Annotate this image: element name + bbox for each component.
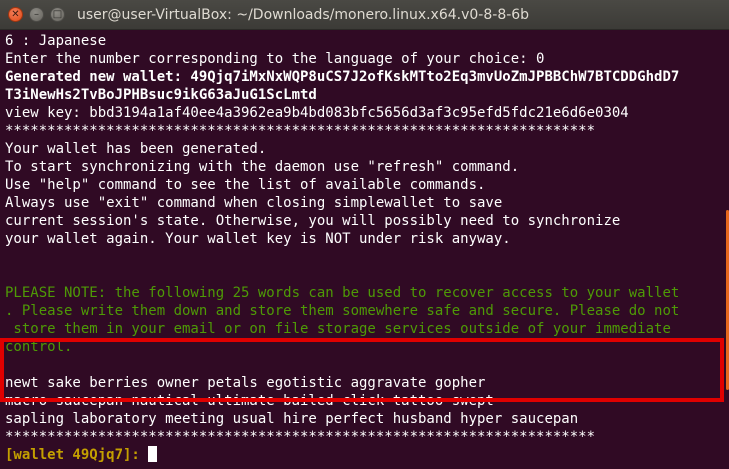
terminal-window: ✕ – □ user@user-VirtualBox: ~/Downloads/… [0, 0, 729, 469]
note-line: control. [5, 339, 73, 355]
minimize-button[interactable]: – [29, 7, 44, 22]
prompt-line[interactable]: [wallet 49Qjq7]: [5, 446, 729, 464]
seed-words-line: newt sake berries owner petals egotistic… [5, 375, 486, 391]
terminal-line: Use "help" command to see the list of av… [5, 177, 486, 193]
title-bar[interactable]: ✕ – □ user@user-VirtualBox: ~/Downloads/… [0, 0, 729, 30]
note-line: store them in your email or on file stor… [5, 321, 671, 337]
separator-line: ****************************************… [5, 429, 596, 445]
seed-words-line: sapling laboratory meeting usual hire pe… [5, 411, 579, 427]
text-cursor [148, 446, 158, 462]
close-button[interactable]: ✕ [8, 7, 23, 22]
terminal-line: To start synchronizing with the daemon u… [5, 159, 520, 175]
separator-line: ****************************************… [5, 123, 596, 139]
maximize-button[interactable]: □ [50, 7, 65, 22]
wallet-address-line: T3iNewHs2TvBoJPHBsuc9ikG63aJuG1ScLmtd [5, 87, 317, 103]
wallet-address-line: Generated new wallet: 49Qjq7iMxNxWQP8uCS… [5, 69, 680, 85]
terminal-output[interactable]: 6 : Japanese Enter the number correspond… [0, 30, 729, 469]
minimize-icon: – [34, 8, 39, 20]
seed-words-line: macro saucepan nautical ultimate bailed … [5, 393, 494, 409]
terminal-line: current session's state. Otherwise, you … [5, 213, 621, 229]
maximize-icon: □ [52, 8, 63, 20]
terminal-line: 6 : Japanese [5, 33, 107, 49]
wallet-prompt: [wallet 49Qjq7]: [5, 447, 149, 463]
terminal-line: Your wallet has been generated. [5, 141, 267, 157]
note-line: PLEASE NOTE: the following 25 words can … [5, 285, 680, 301]
note-line: . Please write them down and store them … [5, 303, 680, 319]
terminal-line: Enter the number corresponding to the la… [5, 51, 545, 67]
view-key-line: view key: bbd3194a1af40ee4a3962ea9b4bd08… [5, 105, 629, 121]
terminal-line: your wallet again. Your wallet key is NO… [5, 231, 511, 247]
terminal-line: Always use "exit" command when closing s… [5, 195, 503, 211]
close-icon: ✕ [11, 8, 20, 20]
window-title: user@user-VirtualBox: ~/Downloads/monero… [77, 7, 530, 23]
